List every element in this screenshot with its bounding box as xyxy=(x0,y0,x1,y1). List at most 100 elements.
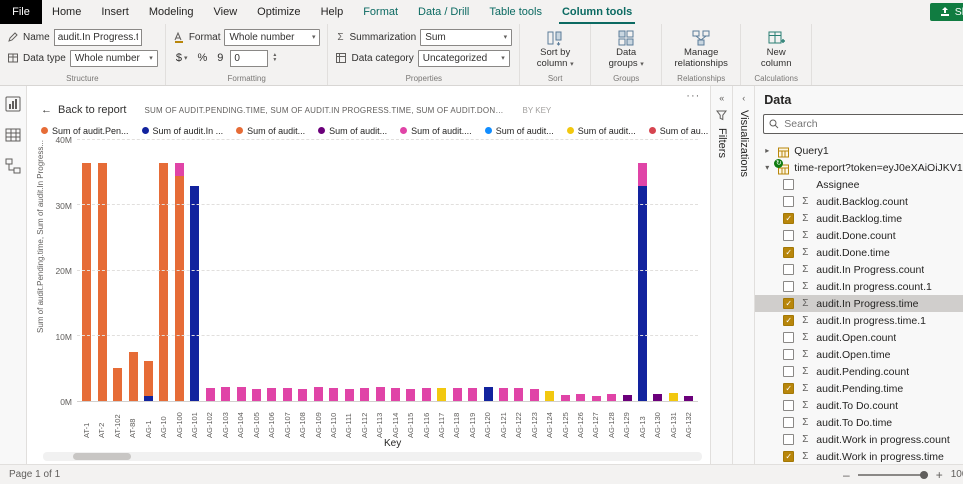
report-view-icon[interactable] xyxy=(5,96,21,112)
data-view-icon[interactable] xyxy=(5,127,21,143)
back-to-report-link[interactable]: ← Back to report xyxy=(41,104,126,116)
summarization-select[interactable]: Sum▾ xyxy=(420,29,512,46)
field-checkbox[interactable] xyxy=(783,196,794,207)
field-row[interactable]: ✓Σaudit.Pending.time xyxy=(755,380,963,397)
currency-button[interactable]: $▾ xyxy=(173,52,191,64)
tab-insert[interactable]: Insert xyxy=(91,0,139,24)
bar[interactable] xyxy=(175,140,184,401)
field-checkbox[interactable]: ✓ xyxy=(783,298,794,309)
legend-item[interactable]: Sum of audit... xyxy=(485,126,554,136)
bar[interactable] xyxy=(514,140,523,401)
zoom-slider-thumb[interactable] xyxy=(920,471,928,479)
field-row[interactable]: ✓Σaudit.In Progress.time xyxy=(755,295,963,312)
legend-item[interactable]: Sum of audit.Pen... xyxy=(41,126,129,136)
field-checkbox[interactable]: ✓ xyxy=(783,315,794,326)
field-row[interactable]: Σaudit.Done.count xyxy=(755,227,963,244)
bar[interactable] xyxy=(113,140,122,401)
bar[interactable] xyxy=(267,140,276,401)
scrollbar-thumb[interactable] xyxy=(73,453,131,460)
bar[interactable] xyxy=(82,140,91,401)
bar[interactable] xyxy=(576,140,585,401)
bar[interactable] xyxy=(298,140,307,401)
field-row[interactable]: Σaudit.Pending.count xyxy=(755,363,963,380)
expand-filters-icon[interactable]: « xyxy=(719,93,724,103)
field-row[interactable]: Σaudit.To Do.time xyxy=(755,414,963,431)
bar[interactable] xyxy=(206,140,215,401)
data-category-select[interactable]: Uncategorized▾ xyxy=(418,50,510,67)
more-options-icon[interactable]: ··· xyxy=(686,91,700,102)
legend-item[interactable]: Sum of audit... xyxy=(236,126,305,136)
zoom-out-button[interactable]: – xyxy=(843,468,850,482)
visualizations-pane-collapsed[interactable]: ‹ Visualizations xyxy=(732,86,754,464)
bar[interactable] xyxy=(530,140,539,401)
field-checkbox[interactable]: ✓ xyxy=(783,213,794,224)
bar[interactable] xyxy=(607,140,616,401)
format-select[interactable]: Whole number▾ xyxy=(224,29,320,46)
thousands-separator-button[interactable]: 9 xyxy=(214,52,226,64)
filters-pane-collapsed[interactable]: « Filters xyxy=(710,86,732,464)
new-column-button[interactable]: New column xyxy=(748,28,804,70)
tab-column-tools[interactable]: Column tools xyxy=(552,0,642,24)
bar[interactable] xyxy=(592,140,601,401)
bar[interactable] xyxy=(561,140,570,401)
field-checkbox[interactable] xyxy=(783,417,794,428)
bar[interactable] xyxy=(653,140,662,401)
bar[interactable] xyxy=(468,140,477,401)
tab-data-drill[interactable]: Data / Drill xyxy=(408,0,479,24)
field-checkbox[interactable] xyxy=(783,281,794,292)
field-checkbox[interactable] xyxy=(783,230,794,241)
field-checkbox[interactable] xyxy=(783,366,794,377)
tab-file[interactable]: File xyxy=(0,0,42,24)
bar[interactable] xyxy=(237,140,246,401)
chevron-right-icon[interactable]: ▸ xyxy=(765,146,773,155)
tab-home[interactable]: Home xyxy=(42,0,91,24)
bar[interactable] xyxy=(252,140,261,401)
zoom-in-button[interactable]: + xyxy=(936,468,943,482)
field-checkbox[interactable] xyxy=(783,264,794,275)
field-row[interactable]: ✓Σaudit.Backlog.time xyxy=(755,210,963,227)
field-row[interactable]: ✓Σaudit.Done.time xyxy=(755,244,963,261)
bar[interactable] xyxy=(437,140,446,401)
bar[interactable] xyxy=(360,140,369,401)
field-row[interactable]: ✓Σaudit.Work in progress.time xyxy=(755,448,963,464)
field-row[interactable]: ✓Σaudit.In progress.time.1 xyxy=(755,312,963,329)
tab-help[interactable]: Help xyxy=(311,0,354,24)
expand-visualizations-icon[interactable]: ‹ xyxy=(742,93,745,103)
name-input[interactable] xyxy=(54,29,142,46)
bar[interactable] xyxy=(314,140,323,401)
bar[interactable] xyxy=(422,140,431,401)
bar[interactable] xyxy=(221,140,230,401)
decimal-stepper[interactable]: ▲▼ xyxy=(272,53,277,63)
field-checkbox[interactable] xyxy=(783,400,794,411)
horizontal-scrollbar[interactable] xyxy=(43,452,702,461)
legend-item[interactable]: Sum of audit.... xyxy=(400,126,472,136)
tab-optimize[interactable]: Optimize xyxy=(247,0,310,24)
bar[interactable] xyxy=(545,140,554,401)
field-row[interactable]: Σaudit.Open.time xyxy=(755,346,963,363)
bar[interactable] xyxy=(499,140,508,401)
tree-item-query1[interactable]: ▸ Query1 xyxy=(755,142,963,159)
legend-item[interactable]: Sum of audit.In ... xyxy=(142,126,224,136)
field-checkbox[interactable]: ✓ xyxy=(783,451,794,462)
field-checkbox[interactable] xyxy=(783,434,794,445)
field-checkbox[interactable]: ✓ xyxy=(783,383,794,394)
bar[interactable] xyxy=(391,140,400,401)
data-groups-button[interactable]: Data groups ▾ xyxy=(598,28,654,70)
bar[interactable] xyxy=(345,140,354,401)
decimal-places-input[interactable] xyxy=(230,50,268,67)
bar[interactable] xyxy=(484,140,493,401)
legend-item[interactable]: Sum of audit... xyxy=(318,126,387,136)
sort-by-column-button[interactable]: Sort by column ▾ xyxy=(527,28,583,70)
tree-item-time-report[interactable]: ▾ ↻ time-report?token=eyJ0eXAiOiJKV1QiLC… xyxy=(755,159,963,176)
bar[interactable] xyxy=(376,140,385,401)
field-row[interactable]: Σaudit.In progress.count.1 xyxy=(755,278,963,295)
tab-table-tools[interactable]: Table tools xyxy=(479,0,552,24)
field-checkbox[interactable] xyxy=(783,179,794,190)
search-input[interactable] xyxy=(784,118,963,130)
field-checkbox[interactable]: ✓ xyxy=(783,247,794,258)
field-row[interactable]: Σaudit.To Do.count xyxy=(755,397,963,414)
percent-button[interactable]: % xyxy=(194,52,210,64)
bar[interactable] xyxy=(129,140,138,401)
legend-item[interactable]: Sum of audit... xyxy=(567,126,636,136)
bar[interactable] xyxy=(623,140,632,401)
